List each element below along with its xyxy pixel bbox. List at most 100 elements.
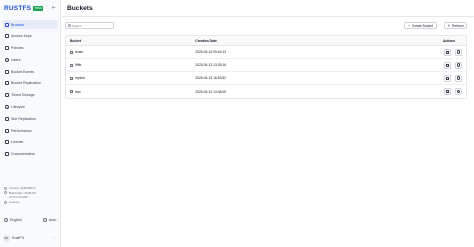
column-header-bucket[interactable]: Bucket bbox=[66, 39, 193, 43]
site-icon bbox=[5, 116, 9, 121]
delete-button[interactable] bbox=[444, 48, 452, 56]
page-title: Buckets bbox=[67, 5, 93, 12]
bucket-cell: fffffe bbox=[66, 63, 193, 67]
bell-icon bbox=[5, 69, 9, 74]
bucket-name[interactable]: fffffe bbox=[75, 63, 81, 67]
search-icon bbox=[68, 24, 71, 27]
sidebar-item-license[interactable]: License bbox=[3, 138, 58, 147]
settings-button[interactable] bbox=[455, 74, 463, 82]
user-icon bbox=[5, 57, 9, 62]
brand-name: RUSTFS bbox=[4, 5, 32, 12]
refresh-label: Refresh bbox=[451, 23, 464, 28]
delete-button[interactable] bbox=[444, 74, 452, 82]
bucket-name[interactable]: dosle bbox=[75, 50, 83, 54]
creation-date: 2025-04-13 16:53:52 bbox=[195, 76, 226, 80]
browser-icon bbox=[5, 22, 9, 27]
trash-icon bbox=[446, 50, 449, 54]
settings-button[interactable] bbox=[455, 61, 463, 69]
sidebar-item-label: Bucket Events bbox=[11, 69, 34, 74]
more-vertical-icon[interactable]: ⋮ bbox=[52, 236, 56, 241]
table-row[interactable]: mytest 2025-04-13 16:53:52 bbox=[66, 72, 466, 85]
license-link[interactable]: License bbox=[9, 200, 19, 205]
sidebar-item-site-replication[interactable]: Site Replication bbox=[3, 114, 58, 123]
bucket-name[interactable]: test bbox=[75, 90, 80, 94]
gear-icon bbox=[456, 89, 461, 94]
info-icon bbox=[4, 186, 7, 190]
trash-icon bbox=[446, 76, 449, 80]
sidebar-item-access-keys[interactable]: Access Keys bbox=[3, 32, 58, 41]
language-select[interactable]: English bbox=[4, 218, 22, 222]
trash-icon bbox=[446, 63, 449, 67]
beta-badge: beta bbox=[33, 6, 44, 11]
version-info: Version: @8d6f5f73 Build Date: 2025-05- … bbox=[4, 186, 59, 204]
sidebar-item-label: Users bbox=[11, 57, 21, 62]
avatar: RF bbox=[3, 234, 10, 242]
sidebar-item-label: Access Keys bbox=[11, 34, 32, 39]
sidebar-item-performance[interactable]: Performance bbox=[3, 126, 58, 135]
logo[interactable]: RUSTFS beta bbox=[4, 4, 44, 13]
create-bucket-button[interactable]: + Create Bucket bbox=[404, 22, 437, 29]
delete-button[interactable] bbox=[444, 61, 452, 69]
delete-button[interactable] bbox=[444, 88, 452, 95]
calendar-icon bbox=[4, 191, 7, 195]
table-row[interactable]: test 2025-04-12 13:38:09 bbox=[66, 85, 466, 98]
column-header-creation-date[interactable]: Creation Date bbox=[193, 39, 428, 43]
user-name: RustFS bbox=[12, 236, 24, 240]
sidebar-item-browser[interactable]: Browser bbox=[3, 20, 58, 29]
lifecycle-icon bbox=[5, 105, 9, 110]
table-row[interactable]: fffffe 2025-04-13 13:35:16 bbox=[66, 59, 466, 72]
theme-label: Auto bbox=[49, 218, 57, 222]
settings-button[interactable] bbox=[455, 48, 463, 56]
sidebar-item-label: License bbox=[11, 140, 24, 145]
create-bucket-label: Create Bucket bbox=[411, 23, 433, 28]
search-input[interactable] bbox=[72, 23, 113, 28]
sidebar-item-label: Documentation bbox=[11, 152, 36, 157]
bucket-icon bbox=[70, 76, 74, 80]
header-divider bbox=[62, 16, 474, 17]
search-box[interactable] bbox=[65, 22, 114, 29]
sidebar-item-policies[interactable]: Policies bbox=[3, 44, 58, 53]
refresh-button[interactable]: ↻ Refresh bbox=[444, 22, 467, 29]
license-info-icon bbox=[4, 200, 7, 204]
sidebar-item-label: Policies bbox=[11, 46, 24, 51]
sidebar-item-tiered-storage[interactable]: Tiered Storage bbox=[3, 91, 58, 100]
license-icon bbox=[5, 140, 9, 145]
sidebar-item-label: Lifecycle bbox=[11, 105, 25, 110]
sidebar-item-users[interactable]: Users bbox=[3, 55, 58, 64]
policy-icon bbox=[5, 46, 9, 51]
theme-select[interactable]: Auto bbox=[43, 218, 56, 222]
chart-icon bbox=[5, 128, 9, 133]
collapse-sidebar-icon[interactable]: ⇤ bbox=[51, 5, 57, 11]
actions-cell bbox=[428, 61, 466, 69]
sidebar-item-bucket-replication[interactable]: Bucket Replication bbox=[3, 79, 58, 88]
settings-button[interactable] bbox=[455, 88, 463, 95]
actions-cell bbox=[428, 88, 466, 95]
table-header: Bucket Creation Date Actions bbox=[66, 36, 466, 46]
actions-cell bbox=[428, 74, 466, 82]
main-content: Buckets + Create Bucket ↻ Refresh Bucket… bbox=[62, 0, 474, 247]
gear-icon bbox=[456, 50, 461, 54]
language-label: English bbox=[10, 218, 22, 222]
plus-icon: + bbox=[408, 23, 411, 28]
user-menu[interactable]: RF RustFS ⋮ bbox=[3, 233, 58, 243]
actions-cell bbox=[428, 48, 466, 56]
sidebar-item-lifecycle[interactable]: Lifecycle bbox=[3, 103, 58, 112]
creation-date: 2025-04-14 09:44:13 bbox=[195, 50, 226, 54]
gear-icon bbox=[456, 63, 461, 67]
bucket-name[interactable]: mytest bbox=[75, 76, 85, 80]
doc-icon bbox=[5, 152, 9, 157]
table-row[interactable]: dosle 2025-04-14 09:44:13 bbox=[66, 46, 466, 59]
sidebar-item-documentation[interactable]: Documentation bbox=[3, 150, 58, 159]
creation-date: 2025-04-12 13:38:09 bbox=[195, 89, 226, 94]
bucket-icon bbox=[70, 50, 74, 54]
sidebar-item-label: Tiered Storage bbox=[11, 93, 35, 98]
sidebar-nav: Browser Access Keys Policies Users Bucke… bbox=[3, 20, 58, 162]
refresh-icon: ↻ bbox=[447, 23, 451, 28]
sidebar-item-bucket-events[interactable]: Bucket Events bbox=[3, 67, 58, 76]
sidebar-item-label: Site Replication bbox=[11, 116, 36, 121]
replication-icon bbox=[5, 81, 9, 86]
bucket-icon bbox=[70, 90, 74, 93]
bucket-cell: mytest bbox=[66, 76, 193, 80]
trash-icon bbox=[446, 90, 449, 93]
column-header-actions: Actions bbox=[443, 38, 456, 43]
